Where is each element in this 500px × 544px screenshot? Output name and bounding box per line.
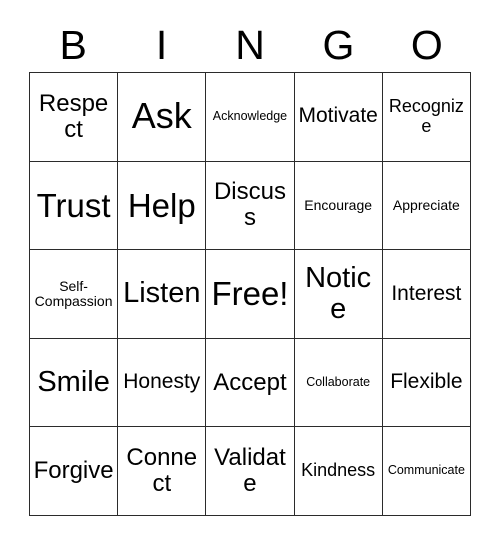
bingo-cell[interactable]: Listen	[117, 249, 207, 339]
bingo-cell-label: Connect	[126, 444, 198, 498]
bingo-cell[interactable]: Ask	[117, 72, 207, 162]
bingo-cell-label: Honesty	[123, 370, 201, 394]
bingo-cell[interactable]: Validate	[205, 426, 295, 516]
bingo-cell-label: Flexible	[390, 370, 463, 394]
bingo-cell-label: Self-Compassion	[34, 277, 113, 309]
bingo-cell[interactable]: Appreciate	[381, 160, 472, 251]
bingo-cell-label: Discuss	[213, 178, 286, 232]
bingo-cell[interactable]: Encourage	[293, 160, 383, 251]
bingo-cell[interactable]: Flexible	[381, 337, 472, 428]
bingo-header-letter-o: O	[410, 21, 443, 68]
bingo-cell[interactable]: Self-Compassion	[28, 249, 119, 339]
bingo-cell-label: Smile	[37, 365, 110, 398]
bingo-header-letter-b: B	[59, 21, 87, 68]
bingo-cell-label: Recognize	[388, 96, 464, 136]
bingo-row: Trust Help Discuss Encourage Appreciate	[28, 160, 472, 251]
bingo-cell-label: Listen	[123, 277, 201, 310]
bingo-cell[interactable]: Communicate	[381, 426, 472, 516]
bingo-cell-label: Trust	[36, 186, 111, 224]
bingo-cell[interactable]: Kindness	[293, 426, 383, 516]
bingo-cell-label: Accept	[213, 368, 287, 396]
bingo-cell[interactable]: Motivate	[293, 72, 383, 162]
bingo-row: Self-Compassion Listen Free! Notice Inte…	[28, 249, 472, 339]
bingo-grid-body: Respect Ask Acknowledge Motivate Recogni…	[28, 72, 472, 516]
bingo-cell-label: Ask	[131, 95, 192, 137]
bingo-free-space-label: Free!	[211, 275, 289, 313]
bingo-cell[interactable]: Accept	[205, 337, 295, 428]
bingo-cell[interactable]: Collaborate	[293, 337, 383, 428]
bingo-cell[interactable]: Smile	[28, 337, 119, 428]
bingo-cell[interactable]: Trust	[28, 160, 119, 251]
bingo-header-letter-n: N	[235, 21, 265, 68]
bingo-cell[interactable]: Honesty	[117, 337, 207, 428]
bingo-cell[interactable]: Acknowledge	[205, 72, 295, 162]
bingo-cell-free[interactable]: Free!	[205, 249, 295, 339]
bingo-cell[interactable]: Recognize	[381, 72, 472, 162]
bingo-cell[interactable]: Interest	[381, 249, 472, 339]
bingo-cell-label: Validate	[214, 444, 286, 498]
bingo-cell[interactable]: Connect	[117, 426, 207, 516]
bingo-cell-label: Interest	[391, 281, 462, 305]
bingo-header-letter-i: I	[155, 21, 168, 68]
bingo-cell-label: Kindness	[301, 460, 376, 481]
bingo-cell-label: Encourage	[304, 196, 373, 213]
bingo-cell[interactable]: Help	[117, 160, 207, 251]
bingo-cell[interactable]: Notice	[293, 249, 383, 339]
bingo-cell-label: Help	[127, 186, 196, 224]
bingo-cell-label: Forgive	[33, 457, 114, 485]
bingo-cell-label: Respect	[38, 89, 109, 143]
bingo-header-letter-g: G	[322, 21, 355, 68]
bingo-cell[interactable]: Forgive	[28, 426, 119, 516]
bingo-grid: Respect Ask Acknowledge Motivate Recogni…	[28, 72, 472, 516]
bingo-cell-label: Communicate	[387, 463, 465, 478]
bingo-row: Respect Ask Acknowledge Motivate Recogni…	[28, 72, 472, 162]
bingo-cell-label: Appreciate	[392, 196, 460, 213]
bingo-row: Smile Honesty Accept Collaborate Flexibl…	[28, 337, 472, 428]
bingo-cell-label: Collaborate	[306, 374, 371, 389]
bingo-row: Forgive Connect Validate Kindness Commun…	[28, 426, 472, 516]
bingo-cell-label: Acknowledge	[212, 109, 288, 124]
bingo-card: B I N G O Respect Ask Acknowledge Motiva…	[0, 0, 500, 544]
bingo-cell[interactable]: Discuss	[205, 160, 295, 251]
bingo-cell[interactable]: Respect	[28, 72, 119, 162]
bingo-cell-label: Motivate	[298, 104, 378, 128]
bingo-header-row: B I N G O	[29, 18, 471, 72]
bingo-cell-label: Notice	[305, 261, 372, 325]
